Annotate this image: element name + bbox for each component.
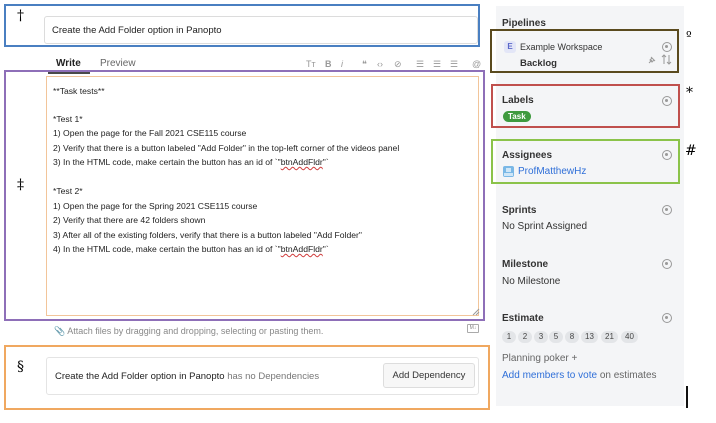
estimate-option[interactable]: 3 <box>534 331 548 343</box>
italic-icon[interactable]: i <box>341 59 343 69</box>
add-members-row: Add members to vote on estimates <box>502 370 657 381</box>
plus-icon: + <box>571 353 578 364</box>
estimate-option[interactable]: 8 <box>565 331 579 343</box>
task-list-icon[interactable]: ☰ <box>450 59 458 70</box>
annotation-box-description <box>4 70 485 321</box>
annotation-box-dependencies <box>4 345 490 410</box>
planning-poker[interactable]: Planning poker + <box>502 353 577 364</box>
annotation-mark-description: ‡ <box>17 177 24 193</box>
annotation-mark-dependencies: § <box>17 359 24 375</box>
gear-icon[interactable] <box>662 205 672 215</box>
gear-icon[interactable] <box>662 313 672 323</box>
link-icon[interactable]: ⊘ <box>394 59 402 70</box>
annotation-mark-title: † <box>17 8 24 24</box>
add-members-link[interactable]: Add members to vote <box>502 370 597 381</box>
sprint-value: No Sprint Assigned <box>502 221 588 232</box>
text-cursor <box>686 386 688 408</box>
annotation-box-title <box>4 4 480 47</box>
quote-icon[interactable]: ❝ <box>362 59 367 70</box>
planning-poker-label: Planning poker <box>502 353 569 364</box>
mention-icon[interactable]: @ <box>472 59 481 69</box>
estimate-option[interactable]: 21 <box>601 331 618 343</box>
estimate-heading: Estimate <box>502 313 544 324</box>
estimate-option[interactable]: 5 <box>549 331 563 343</box>
estimate-option[interactable]: 2 <box>518 331 532 343</box>
annotation-mark-assignees: # <box>685 143 697 159</box>
markdown-icon: M↓ <box>467 324 479 333</box>
tab-write[interactable]: Write <box>56 58 81 69</box>
pipelines-heading: Pipelines <box>502 18 546 29</box>
estimate-option[interactable]: 1 <box>502 331 516 343</box>
attach-files-hint[interactable]: 📎 Attach files by dragging and dropping,… <box>54 326 323 337</box>
estimate-option[interactable]: 40 <box>621 331 638 343</box>
estimate-option[interactable]: 13 <box>581 331 598 343</box>
numbered-list-icon[interactable]: ☰ <box>433 59 441 70</box>
sprints-heading: Sprints <box>502 205 537 216</box>
annotation-box-assignees <box>491 139 680 184</box>
bullet-list-icon[interactable]: ☰ <box>416 59 424 70</box>
gear-icon[interactable] <box>662 259 672 269</box>
annotation-box-pipelines <box>490 29 679 73</box>
milestone-value: No Milestone <box>502 276 561 287</box>
annotation-mark-labels: * <box>686 85 693 101</box>
code-icon[interactable]: ‹› <box>377 59 383 69</box>
text-size-icon[interactable]: Tт <box>306 59 316 69</box>
attach-files-text: Attach files by dragging and dropping, s… <box>67 326 324 336</box>
add-members-suffix: on estimates <box>599 370 657 381</box>
annotation-mark-pipelines: º <box>686 29 692 43</box>
paperclip-icon: 📎 <box>54 326 66 336</box>
tab-preview[interactable]: Preview <box>100 58 136 69</box>
bold-icon[interactable]: B <box>325 59 332 69</box>
annotation-box-labels <box>491 84 680 128</box>
milestone-heading: Milestone <box>502 259 549 270</box>
